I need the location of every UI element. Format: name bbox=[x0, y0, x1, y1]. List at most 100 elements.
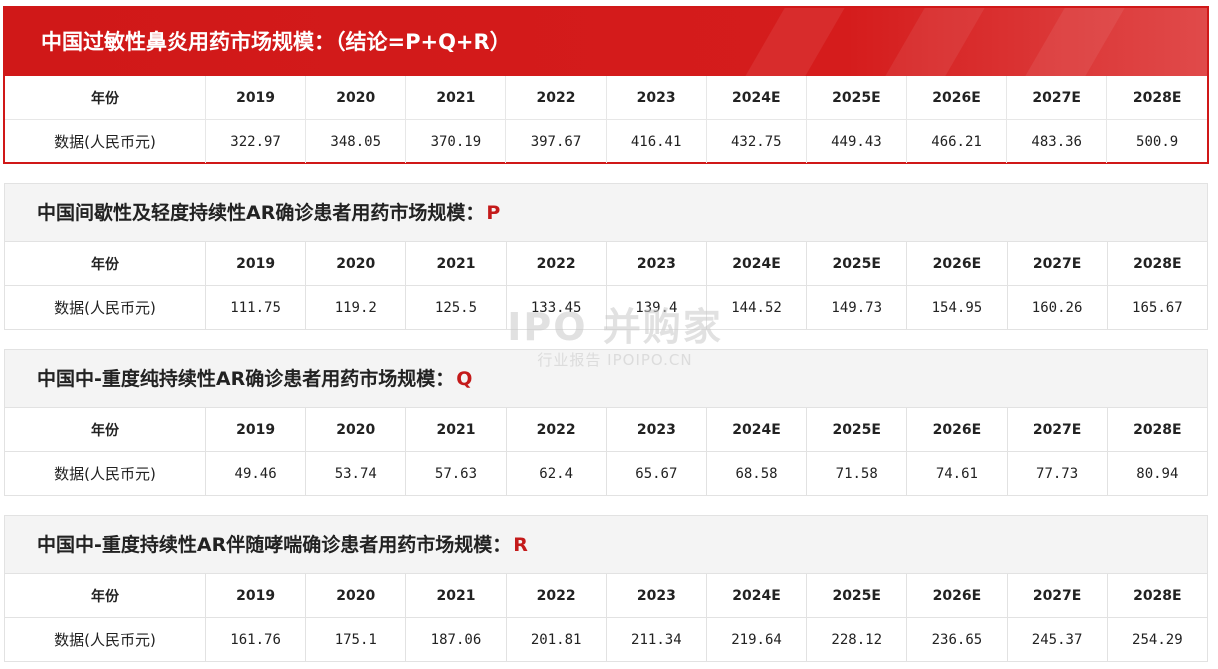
year-cell: 2019 bbox=[204, 573, 307, 618]
year-cell: 2019 bbox=[204, 241, 307, 286]
section-title-bar: 中国中-重度持续性AR伴随哮喘确诊患者用药市场规模： R bbox=[4, 515, 1208, 573]
value-cell: 254.29 bbox=[1106, 617, 1209, 662]
year-cell: 2027E bbox=[1006, 573, 1108, 618]
value-cell: 228.12 bbox=[806, 617, 908, 662]
table-row: 数据(人民币元) 161.76 175.1 187.06 201.81 211.… bbox=[4, 617, 1209, 662]
year-cell: 2020 bbox=[305, 76, 407, 120]
year-cell: 2024E bbox=[705, 407, 808, 452]
section-table: 年份 2019 2020 2021 2022 2023 2024E 2025E … bbox=[4, 573, 1209, 662]
table-header-row: 年份 2019 2020 2021 2022 2023 2024E 2025E … bbox=[4, 573, 1209, 618]
year-cell: 2025E bbox=[806, 573, 908, 618]
summary-table: 年份 2019 2020 2021 2022 2023 2024E 2025E … bbox=[5, 76, 1207, 163]
year-cell: 2027E bbox=[1006, 407, 1108, 452]
value-cell: 201.81 bbox=[505, 617, 607, 662]
value-cell: 133.45 bbox=[505, 285, 607, 330]
value-cell: 68.58 bbox=[705, 451, 808, 496]
year-cell: 2026E bbox=[906, 573, 1008, 618]
year-cell: 2021 bbox=[405, 76, 507, 120]
year-cell: 2020 bbox=[305, 573, 407, 618]
year-cell: 2022 bbox=[505, 573, 607, 618]
value-cell: 432.75 bbox=[705, 119, 807, 163]
table-row: 数据(人民币元) 49.46 53.74 57.63 62.4 65.67 68… bbox=[4, 451, 1209, 496]
section-r: 中国中-重度持续性AR伴随哮喘确诊患者用药市场规模： R 年份 2019 2020… bbox=[4, 515, 1209, 662]
section-mark: Q bbox=[456, 368, 473, 390]
section-title: 中国间歇性及轻度持续性AR确诊患者用药市场规模： bbox=[37, 202, 485, 224]
value-cell: 219.64 bbox=[705, 617, 808, 662]
value-cell: 57.63 bbox=[405, 451, 507, 496]
value-cell: 175.1 bbox=[305, 617, 407, 662]
section-table: 年份 2019 2020 2021 2022 2023 2024E 2025E … bbox=[4, 407, 1209, 496]
year-cell: 2023 bbox=[605, 76, 707, 120]
title-decor-stripe bbox=[1025, 8, 1125, 76]
row-label: 数据(人民币元) bbox=[5, 119, 206, 163]
year-cell: 2022 bbox=[505, 76, 607, 120]
value-cell: 119.2 bbox=[305, 285, 407, 330]
summary-title: 中国过敏性鼻炎用药市场规模：（结论=P+Q+R） bbox=[41, 30, 511, 54]
value-cell: 154.95 bbox=[906, 285, 1008, 330]
title-decor-stripe bbox=[745, 8, 845, 76]
year-cell: 2027E bbox=[1006, 241, 1108, 286]
year-cell: 2025E bbox=[805, 76, 907, 120]
year-cell: 2025E bbox=[806, 407, 908, 452]
year-cell: 2022 bbox=[505, 241, 607, 286]
year-cell: 2026E bbox=[905, 76, 1008, 120]
year-cell: 2023 bbox=[605, 241, 707, 286]
value-cell: 449.43 bbox=[805, 119, 907, 163]
value-cell: 236.65 bbox=[906, 617, 1008, 662]
section-q: 中国中-重度纯持续性AR确诊患者用药市场规模： Q 年份 2019 2020 20… bbox=[4, 349, 1209, 496]
value-cell: 500.9 bbox=[1106, 119, 1207, 163]
section-p: 中国间歇性及轻度持续性AR确诊患者用药市场规模： P 年份 2019 2020 2… bbox=[4, 183, 1209, 330]
value-cell: 397.67 bbox=[505, 119, 607, 163]
header-label: 年份 bbox=[4, 573, 206, 618]
section-title-bar: 中国间歇性及轻度持续性AR确诊患者用药市场规模： P bbox=[4, 183, 1208, 241]
value-cell: 165.67 bbox=[1106, 285, 1209, 330]
year-cell: 2025E bbox=[806, 241, 908, 286]
value-cell: 144.52 bbox=[705, 285, 808, 330]
year-cell: 2028E bbox=[1106, 407, 1209, 452]
table-row: 数据(人民币元) 322.97 348.05 370.19 397.67 416… bbox=[5, 119, 1207, 163]
year-cell: 2019 bbox=[204, 407, 307, 452]
year-cell: 2023 bbox=[605, 407, 707, 452]
summary-title-bar: 中国过敏性鼻炎用药市场规模：（结论=P+Q+R） bbox=[5, 8, 1207, 76]
year-cell: 2021 bbox=[405, 241, 507, 286]
year-cell: 2023 bbox=[605, 573, 707, 618]
value-cell: 149.73 bbox=[806, 285, 908, 330]
value-cell: 211.34 bbox=[605, 617, 707, 662]
year-cell: 2028E bbox=[1106, 573, 1209, 618]
value-cell: 111.75 bbox=[204, 285, 307, 330]
year-cell: 2020 bbox=[305, 407, 407, 452]
section-table: 年份 2019 2020 2021 2022 2023 2024E 2025E … bbox=[4, 241, 1209, 330]
year-cell: 2022 bbox=[505, 407, 607, 452]
value-cell: 49.46 bbox=[204, 451, 307, 496]
row-label: 数据(人民币元) bbox=[4, 285, 206, 330]
value-cell: 348.05 bbox=[305, 119, 407, 163]
value-cell: 370.19 bbox=[405, 119, 507, 163]
table-header-row: 年份 2019 2020 2021 2022 2023 2024E 2025E … bbox=[4, 241, 1209, 286]
value-cell: 466.21 bbox=[905, 119, 1008, 163]
value-cell: 71.58 bbox=[806, 451, 908, 496]
header-label: 年份 bbox=[4, 241, 206, 286]
header-label: 年份 bbox=[5, 76, 206, 120]
year-cell: 2021 bbox=[405, 407, 507, 452]
year-cell: 2024E bbox=[705, 76, 807, 120]
value-cell: 322.97 bbox=[204, 119, 307, 163]
section-mark: P bbox=[486, 202, 501, 224]
table-row: 数据(人民币元) 111.75 119.2 125.5 133.45 139.4… bbox=[4, 285, 1209, 330]
section-title: 中国中-重度纯持续性AR确诊患者用药市场规模： bbox=[37, 368, 455, 390]
row-label: 数据(人民币元) bbox=[4, 617, 206, 662]
title-decor-stripe bbox=[885, 8, 985, 76]
year-cell: 2020 bbox=[305, 241, 407, 286]
year-cell: 2024E bbox=[705, 241, 808, 286]
value-cell: 139.4 bbox=[605, 285, 707, 330]
year-cell: 2019 bbox=[204, 76, 307, 120]
year-cell: 2028E bbox=[1106, 241, 1209, 286]
value-cell: 74.61 bbox=[906, 451, 1008, 496]
value-cell: 416.41 bbox=[605, 119, 707, 163]
value-cell: 161.76 bbox=[204, 617, 307, 662]
value-cell: 245.37 bbox=[1006, 617, 1108, 662]
table-header-row: 年份 2019 2020 2021 2022 2023 2024E 2025E … bbox=[4, 407, 1209, 452]
value-cell: 62.4 bbox=[505, 451, 607, 496]
value-cell: 77.73 bbox=[1006, 451, 1108, 496]
section-mark: R bbox=[513, 534, 528, 556]
year-cell: 2028E bbox=[1106, 76, 1207, 120]
